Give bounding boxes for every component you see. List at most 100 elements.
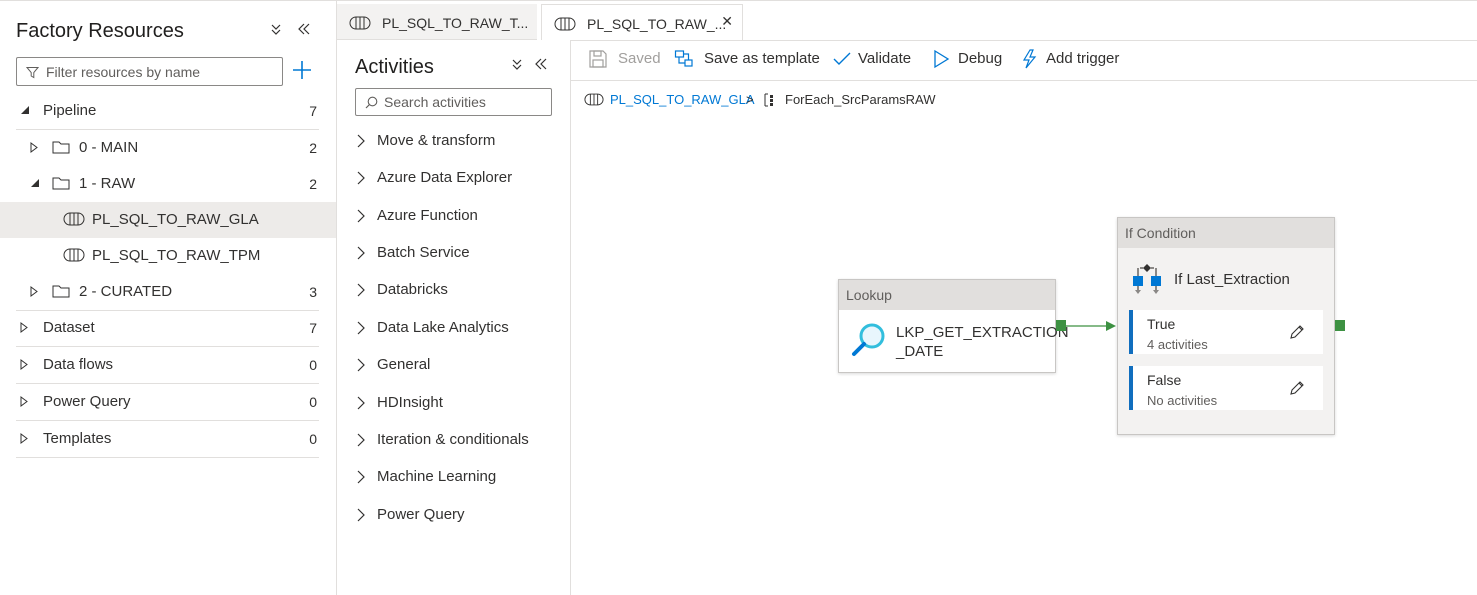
breadcrumb-pipeline-link[interactable]: PL_SQL_TO_RAW_GLA: [610, 92, 755, 107]
activity-group-batch-service[interactable]: Batch Service: [357, 239, 557, 269]
tab-pipeline-gla[interactable]: PL_SQL_TO_RAW_... ✕: [541, 4, 743, 40]
node-name: If Last_Extraction: [1174, 271, 1290, 288]
branch-activity-count: 4 activities: [1147, 337, 1208, 352]
tree-label: PL_SQL_TO_RAW_GLA: [92, 211, 259, 228]
tree-pipeline-tpm[interactable]: PL_SQL_TO_RAW_TPM: [0, 238, 336, 274]
breadcrumb-current: ForEach_SrcParamsRAW: [785, 92, 936, 107]
caret-collapsed-icon[interactable]: [20, 359, 28, 370]
pipeline-icon: [349, 16, 371, 30]
lookup-activity-node[interactable]: Lookup LKP_GET_EXTRACTION _DATE: [838, 279, 1069, 373]
false-branch[interactable]: False No activities: [1129, 366, 1323, 410]
factory-resources-panel: Factory Resources Filter resources by na…: [0, 0, 337, 595]
caret-collapsed-icon[interactable]: [30, 142, 38, 153]
success-output-handle[interactable]: [1056, 320, 1066, 331]
tree-label: Data flows: [43, 356, 114, 373]
activity-group-databricks[interactable]: Databricks: [357, 276, 557, 306]
activity-group-power-query[interactable]: Power Query: [357, 501, 557, 531]
activities-panel: Activities Search activities Move & tran…: [337, 40, 571, 595]
node-type-label: If Condition: [1118, 218, 1334, 248]
node-name-line2: _DATE: [896, 343, 944, 360]
close-tab-icon[interactable]: ✕: [721, 13, 733, 30]
search-icon: [365, 96, 378, 109]
tree-pipeline[interactable]: Pipeline 7: [0, 93, 336, 129]
toolbar-label: Debug: [958, 50, 1003, 67]
tree-count: 7: [309, 320, 317, 336]
collapse-all-icon[interactable]: [268, 21, 284, 37]
activity-group-label: Azure Function: [377, 207, 478, 224]
collapse-panel-icon[interactable]: [296, 21, 312, 37]
activity-group-label: Azure Data Explorer: [377, 169, 513, 186]
success-output-handle[interactable]: [1335, 320, 1345, 331]
edit-pencil-icon[interactable]: [1289, 380, 1305, 396]
node-type-label: Lookup: [839, 280, 1055, 310]
tree-pipeline-gla[interactable]: PL_SQL_TO_RAW_GLA: [0, 202, 336, 238]
chevron-right-icon: [357, 209, 365, 223]
if-condition-node[interactable]: If Condition If Last_Extraction True 4 a…: [1117, 217, 1335, 435]
success-connector-arrow[interactable]: [1066, 318, 1118, 334]
pipeline-icon: [554, 17, 576, 31]
collapse-panel-icon[interactable]: [533, 56, 549, 72]
caret-collapsed-icon[interactable]: [20, 396, 28, 407]
tree-label: Power Query: [43, 393, 131, 410]
node-name-line1: LKP_GET_EXTRACTION: [896, 324, 1069, 341]
tree-label: 2 - CURATED: [79, 283, 173, 300]
edit-pencil-icon[interactable]: [1289, 324, 1305, 340]
chevron-right-icon: [357, 246, 365, 260]
caret-collapsed-icon[interactable]: [20, 433, 28, 444]
template-icon: [674, 50, 693, 67]
tree-folder-main[interactable]: 0 - MAIN 2: [0, 130, 336, 166]
saved-button[interactable]: Saved: [588, 49, 661, 71]
activity-group-azure-data-explorer[interactable]: Azure Data Explorer: [357, 164, 557, 194]
activity-group-data-lake-analytics[interactable]: Data Lake Analytics: [357, 314, 557, 344]
branch-label: True: [1147, 316, 1176, 332]
activity-group-azure-function[interactable]: Azure Function: [357, 202, 557, 232]
tree-count: 7: [309, 103, 317, 119]
caret-collapsed-icon[interactable]: [30, 286, 38, 297]
chevron-right-icon: [357, 134, 365, 148]
checkmark-icon: [833, 52, 851, 65]
panel-title: Factory Resources: [16, 20, 184, 42]
activity-group-move-transform[interactable]: Move & transform: [357, 127, 557, 157]
tree-templates[interactable]: Templates 0: [0, 421, 336, 457]
activity-group-general[interactable]: General: [357, 351, 557, 381]
trigger-icon: [1022, 49, 1037, 69]
tree-data-flows[interactable]: Data flows 0: [0, 347, 336, 383]
caret-expanded-icon[interactable]: [30, 178, 40, 188]
activity-group-iteration-conditionals[interactable]: Iteration & conditionals: [357, 426, 557, 456]
activity-group-machine-learning[interactable]: Machine Learning: [357, 463, 557, 493]
tree-label: Templates: [43, 430, 112, 447]
validate-button[interactable]: Validate: [832, 49, 914, 71]
tree-folder-raw[interactable]: 1 - RAW 2: [0, 166, 336, 202]
branch-activity-count: No activities: [1147, 393, 1218, 408]
if-condition-icon: [1130, 262, 1164, 296]
activity-group-hdinsight[interactable]: HDInsight: [357, 389, 557, 419]
filter-resources-input[interactable]: Filter resources by name: [16, 57, 283, 86]
tree-label: Dataset: [43, 319, 95, 336]
search-activities-input[interactable]: Search activities: [355, 88, 552, 116]
tree-count: 2: [309, 140, 317, 156]
save-as-template-button[interactable]: Save as template: [674, 49, 820, 71]
tree-dataset[interactable]: Dataset 7: [0, 310, 336, 346]
caret-collapsed-icon[interactable]: [20, 322, 28, 333]
folder-icon: [52, 176, 70, 190]
activity-group-label: Power Query: [377, 506, 465, 523]
activity-group-label: Move & transform: [377, 132, 496, 149]
add-resource-button[interactable]: [291, 59, 313, 81]
folder-icon: [52, 284, 70, 298]
tab-pipeline-tpm[interactable]: PL_SQL_TO_RAW_T...: [337, 4, 537, 40]
chevron-right-icon: [357, 358, 365, 372]
debug-button[interactable]: Debug: [932, 49, 1006, 71]
add-trigger-button[interactable]: Add trigger: [1020, 49, 1126, 71]
caret-expanded-icon[interactable]: [20, 105, 30, 115]
collapse-all-icon[interactable]: [509, 56, 525, 72]
chevron-right-icon: [357, 283, 365, 297]
tree-count: 2: [309, 176, 317, 192]
tree-count: 0: [309, 357, 317, 373]
tree-folder-curated[interactable]: 2 - CURATED 3: [0, 274, 336, 310]
play-icon: [934, 49, 950, 69]
chevron-right-icon: [357, 321, 365, 335]
tree-power-query[interactable]: Power Query 0: [0, 384, 336, 420]
lookup-icon: [851, 322, 887, 358]
true-branch[interactable]: True 4 activities: [1129, 310, 1323, 354]
tree-label: 1 - RAW: [79, 175, 136, 192]
